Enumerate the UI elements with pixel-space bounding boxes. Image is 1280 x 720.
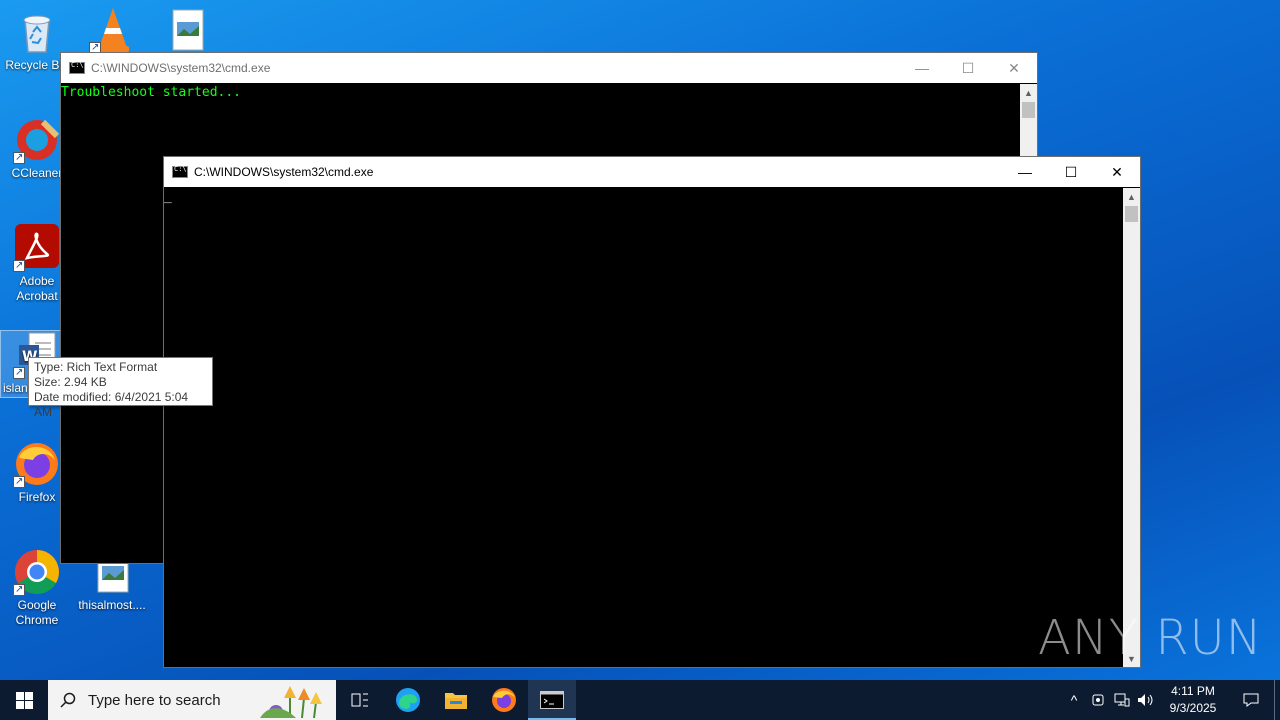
chrome-icon [13,548,61,597]
show-desktop-button[interactable] [1274,680,1280,720]
title-bar[interactable]: C:\WINDOWS\system32\cmd.exe — ☐ ✕ [164,157,1140,187]
taskbar-firefox-button[interactable] [480,680,528,720]
scroll-up-arrow-icon[interactable]: ▲ [1123,188,1140,205]
minimize-button[interactable]: — [1002,157,1048,187]
title-bar[interactable]: C:\WINDOWS\system32\cmd.exe — ☐ ✕ [61,53,1037,83]
desktop-icon-image-file[interactable] [150,8,224,58]
system-tray: ^ 4:11 PM 9/3/2025 [1062,680,1280,720]
notifications-button[interactable] [1228,680,1274,720]
notification-icon [1243,693,1259,707]
shortcut-arrow-icon [13,150,25,165]
search-icon [48,692,88,708]
start-button[interactable] [0,680,48,720]
scroll-up-arrow-icon[interactable]: ▲ [1020,84,1037,101]
minimize-button[interactable]: — [899,53,945,83]
desktop-icon-thisalmost[interactable]: thisalmost.... [74,556,150,613]
desktop-icon-label: thisalmost.... [78,598,146,612]
shortcut-arrow-icon [13,365,25,380]
window-title: C:\WINDOWS\system32\cmd.exe [91,61,271,75]
window-title: C:\WINDOWS\system32\cmd.exe [194,165,374,179]
task-view-button[interactable] [336,680,384,720]
scroll-thumb[interactable] [1022,102,1035,118]
shortcut-arrow-icon [13,474,25,489]
edge-icon [396,688,420,712]
network-icon[interactable] [1110,680,1134,720]
image-file-icon [163,8,211,56]
tooltip-size: Size: 2.94 KB [34,375,107,389]
taskbar: Type here to search ^ 4:11 PM 9/3/2025 [0,680,1280,720]
close-button[interactable]: ✕ [1094,157,1140,187]
close-button[interactable]: ✕ [991,53,1037,83]
file-explorer-icon [445,693,467,709]
anyrun-watermark: ANY RUN [1038,610,1263,666]
maximize-button[interactable]: ☐ [1048,157,1094,187]
taskbar-edge-button[interactable] [384,680,432,720]
cmd-window-foreground[interactable]: C:\WINDOWS\system32\cmd.exe — ☐ ✕ _ ▲ ▼ [163,156,1141,668]
cmd-icon [540,691,564,709]
vlc-cone-icon [89,6,137,55]
device-icon[interactable] [1086,680,1110,720]
tooltip-date-modified: Date modified: 6/4/2021 5:04 AM [34,390,189,419]
scroll-thumb[interactable] [1125,206,1138,222]
desktop-icon-vlc[interactable] [76,6,150,56]
taskbar-file-explorer-button[interactable] [432,680,480,720]
maximize-button[interactable]: ☐ [945,53,991,83]
taskbar-search-box[interactable]: Type here to search [48,680,336,720]
adobe-acrobat-icon [13,224,61,273]
shortcut-arrow-icon [13,258,25,273]
console-area[interactable]: _ [164,187,1140,667]
taskbar-cmd-button[interactable] [528,680,576,720]
tooltip-type: Type: Rich Text Format [34,360,158,374]
search-highlight-flowers-icon [256,682,332,720]
ccleaner-icon [13,116,61,165]
firefox-icon [13,440,61,489]
text-cursor: _ [164,189,172,204]
cmd-icon [172,165,188,178]
firefox-icon [492,688,516,712]
file-tooltip: Type: Rich Text Format Size: 2.94 KB Dat… [28,357,213,419]
cmd-icon [69,61,85,74]
windows-logo-icon [15,691,33,709]
volume-icon[interactable] [1134,680,1158,720]
recycle-bin-icon [13,8,61,56]
clock[interactable]: 4:11 PM 9/3/2025 [1158,683,1228,717]
vertical-scrollbar[interactable]: ▲ ▼ [1123,188,1140,667]
clock-date: 9/3/2025 [1169,701,1217,715]
clock-time: 4:11 PM [1171,684,1215,698]
show-hidden-icons-chevron-icon[interactable]: ^ [1062,680,1086,720]
shortcut-arrow-icon [13,582,25,597]
task-view-icon [351,693,368,707]
search-placeholder: Type here to search [88,691,221,709]
desktop-icon-label: Google Chrome [15,598,59,627]
